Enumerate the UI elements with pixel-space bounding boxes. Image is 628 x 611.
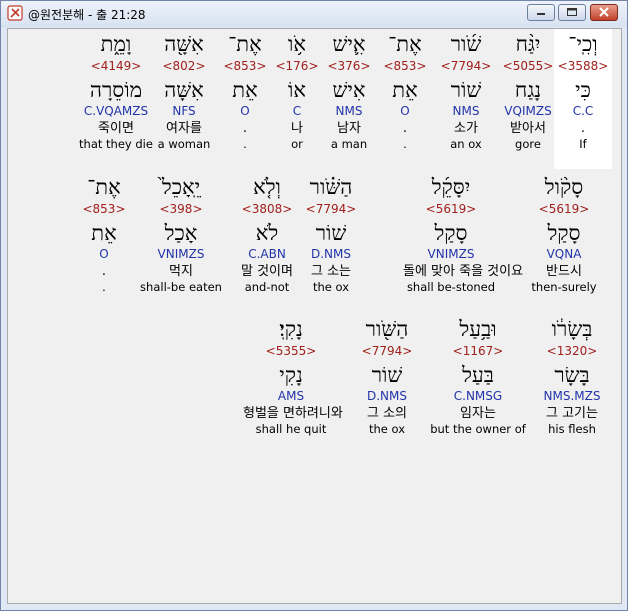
word-hebrew: סָקֹ֨ול (544, 175, 584, 199)
english-gloss: his flesh (548, 422, 596, 436)
word-hebrew: נָקִֽי׃ (279, 317, 303, 341)
strong-number: <5619> (538, 202, 590, 216)
maximize-button[interactable] (558, 4, 586, 21)
korean-gloss: 반드시 (546, 264, 582, 279)
word-hebrew: בְּשָׂרֹ֔ו (551, 317, 593, 341)
lemma: סָקַל (434, 221, 468, 245)
english-gloss: that they die (79, 137, 153, 151)
english-gloss: the ox (368, 422, 406, 436)
lemma: בַּעַל (462, 363, 494, 387)
strong-number: <853> (82, 202, 126, 216)
strong-number: <1320> (546, 344, 598, 358)
morphology-code: D.NMS (366, 389, 407, 403)
word-hebrew: יִסָּקֵ֜ל (431, 175, 471, 199)
lemma: מוֹסֵרָה (89, 78, 143, 102)
strong-number: <5355> (265, 344, 317, 358)
strong-number: <4149> (90, 59, 142, 73)
morphology-code: C.VQAMZS (83, 104, 149, 118)
english-gloss: then-surely (531, 280, 597, 294)
word-hebrew: וְלֹ֤א (253, 175, 281, 199)
word-cell[interactable]: סָקֹ֨ול <5619> סָקַל VQNA 반드시 then-surely (516, 174, 612, 294)
korean-gloss: 말 것이며 (241, 264, 293, 279)
word-cell[interactable]: הַשֹּׁ֖ור <7794> שׁוֹר D.NMS 그 소의 the ox (339, 316, 435, 436)
korean-gloss: 죽이면 (98, 121, 134, 136)
lemma: שׁוֹר (371, 363, 403, 387)
morphology-code: VNIMZS (427, 247, 475, 261)
strong-number: <7794> (361, 344, 413, 358)
title-bar[interactable]: @원전분해 - 출 21:28 (1, 1, 627, 27)
maximize-icon (567, 8, 577, 16)
strong-number: <5619> (425, 202, 477, 216)
lemma: סָקַל (547, 221, 581, 245)
word-cell[interactable]: וָמֵ֑ת <4149> מוֹסֵרָה C.VQAMZS 죽이면 that they… (68, 31, 164, 151)
close-icon (599, 7, 609, 17)
english-gloss: . (102, 280, 106, 294)
word-hebrew: אֶת־ (87, 175, 121, 199)
korean-gloss: . (101, 264, 107, 279)
word-cell[interactable]: בְּשָׂרֹ֔ו <1320> בָּשָׂר NMS.MZS 그 고기는 his f… (524, 316, 620, 436)
interlinear-view[interactable]: וְכִֽי־ <3588> כִּי C.C. If יִגַּ֨ח <5055> נָגַ… (7, 28, 622, 604)
english-gloss: and-not (244, 280, 290, 294)
window-title: @원전분해 - 출 21:28 (28, 8, 146, 22)
word-hebrew: וָמֵ֑ת (100, 32, 132, 56)
morphology-code: C.NMSG (453, 389, 503, 403)
word-hebrew: וּבַ֥עַל (459, 317, 497, 341)
morphology-code: O (99, 247, 109, 261)
english-gloss: but the owner of (430, 422, 526, 436)
morphology-code: NMS.MZS (543, 389, 601, 403)
lemma: בָּשָׂר (554, 363, 590, 387)
app-window: @원전분해 - 출 21:28 וְכִֽי־ <3588> כִּי C.C. If י… (0, 0, 628, 611)
word-cell[interactable]: אֶת־ <853> אֵת O.. (56, 174, 152, 294)
minimize-icon (537, 13, 545, 15)
lemma: נָקִי (279, 363, 303, 387)
morphology-code: C.ABN (248, 247, 286, 261)
close-button[interactable] (590, 4, 618, 21)
word-hebrew: הַשֹּׁ֖ור (365, 317, 409, 341)
app-logo-icon (7, 5, 23, 21)
lemma: אֵת (91, 221, 117, 245)
english-gloss: shall he quit (255, 422, 327, 436)
word-cell[interactable]: יִסָּקֵ֜ל <5619> סָקַל VNIMZS 돌에 맞아 죽을 것이요 sh… (403, 174, 524, 294)
english-gloss: shall be-stoned (406, 280, 496, 294)
strong-number: <1167> (452, 344, 504, 358)
lemma: לֹא (255, 221, 279, 245)
korean-gloss: 임자는 (460, 406, 496, 421)
korean-gloss: 돌에 맞아 죽을 것이요 (403, 264, 524, 279)
korean-gloss: 그 고기는 (546, 406, 598, 421)
morphology-code: AMS (277, 389, 305, 403)
word-cell[interactable]: וּבַ֥עַל <1167> בַּעַל C.NMSG 임자는 but the own… (430, 316, 526, 436)
word-cell[interactable]: וְלֹ֤א <3808> לֹא C.ABN 말 것이며 and-not (219, 174, 315, 294)
strong-number: <3808> (241, 202, 293, 216)
korean-gloss: 형벌을 면하려니와 (243, 406, 343, 421)
word-cell[interactable]: נָקִֽי׃ <5355> נָקִי AMS 형벌을 면하려니와 shall he q… (243, 316, 343, 436)
korean-gloss: 그 소의 (366, 406, 407, 421)
morphology-code: VQNA (546, 247, 582, 261)
minimize-button[interactable] (527, 4, 555, 21)
